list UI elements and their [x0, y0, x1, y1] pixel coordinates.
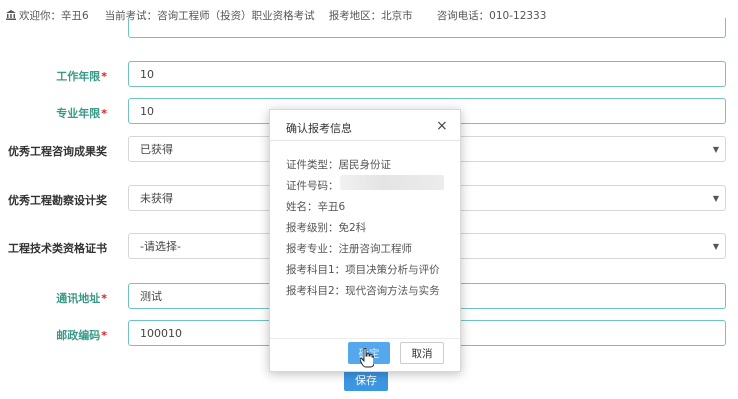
- award2-label: 优秀工程勘察设计奖: [8, 194, 107, 207]
- award1-value: 已获得: [140, 143, 173, 156]
- dialog-id-type: 证件类型：居民身份证: [286, 159, 391, 171]
- required-star: *: [101, 329, 107, 342]
- award2-value: 未获得: [140, 192, 173, 205]
- required-star: *: [101, 107, 107, 120]
- cert-label: 工程技术类资格证书: [8, 242, 107, 255]
- required-star: *: [101, 292, 107, 305]
- dialog-footer-divider: [270, 338, 460, 339]
- caret-down-icon: ▼: [712, 242, 719, 251]
- dialog-subject2: 报考科目2：现代咨询方法与实务: [286, 285, 440, 297]
- address-value: 测试: [140, 290, 162, 303]
- cancel-button[interactable]: 取消: [400, 342, 444, 364]
- postcode-label-text: 邮政编码: [56, 329, 101, 342]
- previous-input-field[interactable]: [128, 18, 726, 38]
- dialog-major: 报考专业：注册咨询工程师: [286, 243, 412, 255]
- dialog-subject1: 报考科目1：项目决策分析与评价: [286, 264, 440, 276]
- dialog-title: 确认报考信息: [286, 122, 352, 135]
- dialog-id-number: 证件号码：: [286, 180, 339, 192]
- save-button[interactable]: 保存: [344, 369, 388, 391]
- hand-cursor-icon: [360, 348, 374, 368]
- work-years-label-text: 工作年限: [56, 70, 101, 83]
- award1-label: 优秀工程咨询成果奖: [8, 145, 107, 158]
- work-years-value: 10: [140, 67, 154, 81]
- bank-icon: [6, 10, 16, 20]
- close-icon[interactable]: ×: [436, 118, 448, 134]
- major-years-label: 专业年限*: [56, 105, 107, 121]
- dialog-divider: [270, 140, 460, 141]
- major-years-label-text: 专业年限: [56, 107, 101, 120]
- dialog-level: 报考级别：免2科: [286, 222, 367, 234]
- address-label-text: 通讯地址: [56, 292, 101, 305]
- work-years-label: 工作年限*: [56, 68, 107, 84]
- welcome-text: 欢迎你：辛丑6: [19, 9, 89, 22]
- dialog-name: 姓名：辛丑6: [286, 201, 346, 213]
- work-years-input[interactable]: 10: [128, 61, 726, 87]
- required-star: *: [101, 70, 107, 83]
- cert-value: -请选择-: [140, 240, 181, 253]
- major-years-value: 10: [140, 104, 154, 118]
- address-label: 通讯地址*: [56, 290, 107, 306]
- caret-down-icon: ▼: [712, 194, 719, 203]
- caret-down-icon: ▼: [712, 145, 719, 154]
- postcode-value: 100010: [140, 326, 182, 340]
- redacted-id-number: [340, 175, 444, 190]
- postcode-label: 邮政编码*: [56, 327, 107, 343]
